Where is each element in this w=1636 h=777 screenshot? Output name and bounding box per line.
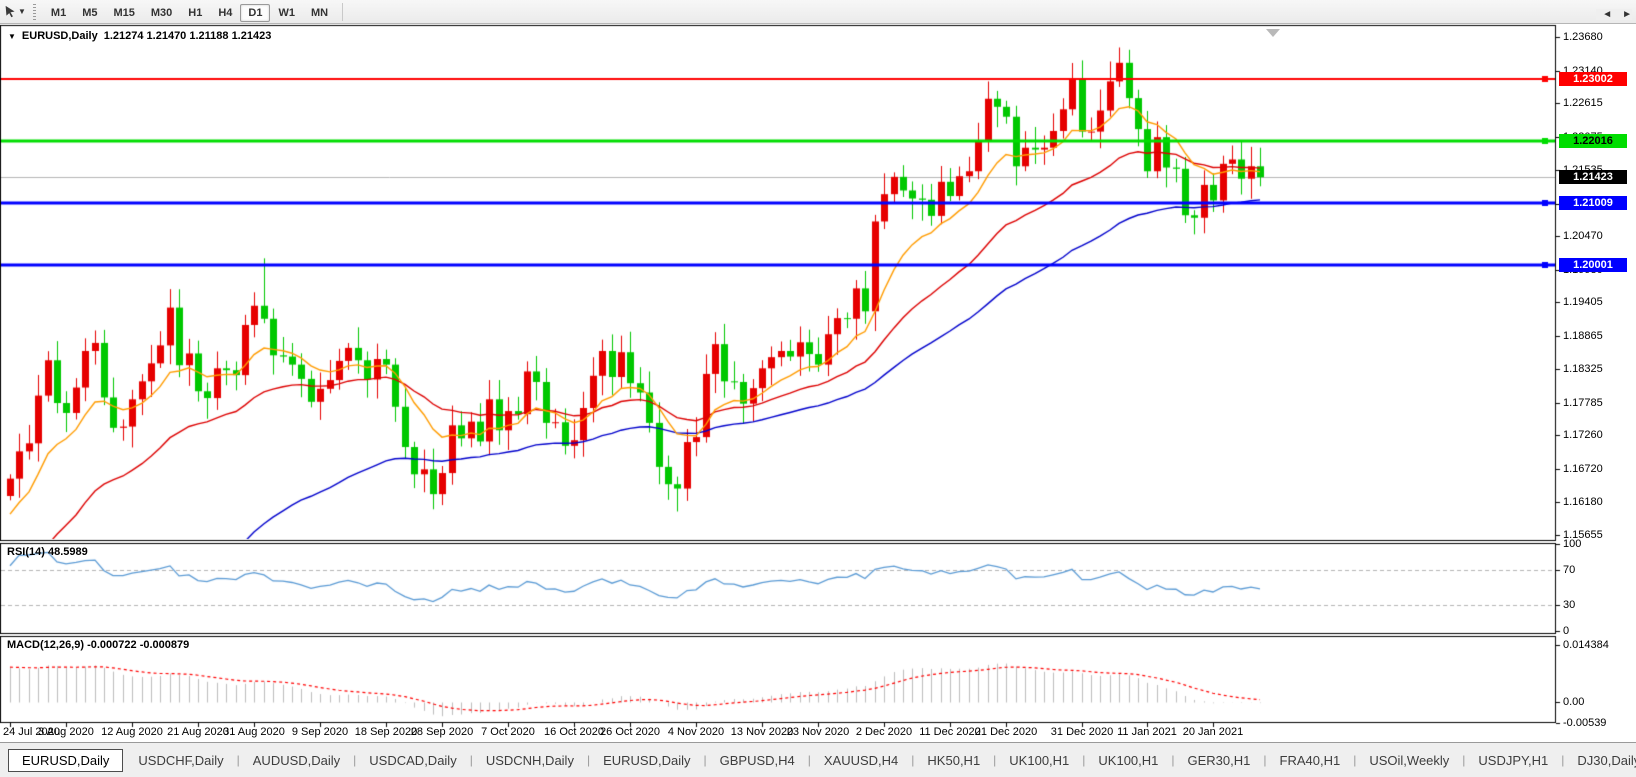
date-axis-label: 20 Jan 2021	[1183, 726, 1244, 738]
date-axis-label: 3 Aug 2020	[38, 726, 94, 738]
chart-ohlc-values: 1.21274 1.21470 1.21188 1.21423	[104, 30, 272, 42]
date-axis-label: 28 Sep 2020	[411, 726, 473, 738]
chart-tab-xauusd-h4[interactable]: XAUUSD,H4	[811, 749, 911, 772]
chart-tab-uk100-h1[interactable]: UK100,H1	[996, 749, 1082, 772]
date-axis-label: 12 Aug 2020	[101, 726, 163, 738]
dropdown-caret-icon[interactable]: ▼	[18, 7, 26, 16]
rsi-axis-tick: 100	[1563, 538, 1581, 551]
chart-collapse-icon[interactable]: ▼	[8, 32, 16, 41]
date-axis-label: 18 Sep 2020	[355, 726, 417, 738]
macd-indicator-label: MACD(12,26,9) -0.000722 -0.000879	[7, 639, 189, 651]
price-axis-tick: 1.23680	[1563, 31, 1603, 44]
macd-axis-tick: -0.00539	[1563, 717, 1606, 730]
date-axis-label: 4 Nov 2020	[668, 726, 724, 738]
date-axis-label: 11 Jan 2021	[1117, 726, 1177, 738]
date-axis-label: 23 Nov 2020	[787, 726, 849, 738]
chart-tab-gbpusd-h4[interactable]: GBPUSD,H4	[707, 749, 808, 772]
price-axis-tick: 1.16180	[1563, 496, 1603, 509]
date-axis-label: 31 Dec 2020	[1051, 726, 1113, 738]
timeframe-button-d1[interactable]: D1	[240, 4, 270, 22]
date-axis-label: 21 Dec 2020	[975, 726, 1037, 738]
date-axis-label: 9 Sep 2020	[292, 726, 348, 738]
timeframe-button-w1[interactable]: W1	[270, 4, 303, 22]
chart-tab-usdjpy-h1[interactable]: USDJPY,H1	[1465, 749, 1561, 772]
price-axis-tick: 1.19405	[1563, 296, 1603, 309]
toolbar-separator	[342, 3, 343, 21]
rsi-axis-tick: 30	[1563, 599, 1575, 612]
chart-title: ▼ EURUSD,Daily 1.21274 1.21470 1.21188 1…	[8, 30, 271, 42]
hline-price-label: 1.21009	[1559, 196, 1627, 210]
chart-tab-hk50-h1[interactable]: HK50,H1	[914, 749, 993, 772]
rsi-name: RSI(14)	[7, 546, 45, 558]
timeframe-button-m1[interactable]: M1	[43, 4, 74, 22]
chart-tab-uk100-h1[interactable]: UK100,H1	[1085, 749, 1171, 772]
price-axis-tick: 1.17260	[1563, 429, 1603, 442]
hline-price-label: 1.23002	[1559, 72, 1627, 86]
hline-price-label: 1.22016	[1559, 134, 1627, 148]
chart-tab-eurusd-daily[interactable]: EURUSD,Daily	[8, 749, 123, 772]
cursor-tool-icon[interactable]: ▼	[2, 2, 28, 22]
rsi-axis-tick: 70	[1563, 564, 1575, 577]
mt4-window: ▼ M1M5M15M30H1H4D1W1MN ▼ EURUSD,Daily 1.…	[0, 0, 1636, 777]
macd-axis-tick: 0.014384	[1563, 639, 1609, 652]
chart-tab-eurusd-daily[interactable]: EURUSD,Daily	[590, 749, 703, 772]
timeframe-button-m15[interactable]: M15	[105, 4, 142, 22]
chart-tab-bar: EURUSD,DailyUSDCHF,Daily|AUDUSD,Daily|US…	[0, 742, 1636, 777]
chart-symbol-label: EURUSD,Daily	[22, 30, 98, 42]
timeframe-button-m30[interactable]: M30	[143, 4, 180, 22]
timeframe-toolbar: ▼ M1M5M15M30H1H4D1W1MN	[0, 0, 1636, 24]
timeframe-button-h1[interactable]: H1	[180, 4, 210, 22]
timeframe-button-m5[interactable]: M5	[74, 4, 105, 22]
chart-canvas[interactable]	[0, 0, 1636, 777]
rsi-indicator-label: RSI(14) 48.5989	[7, 546, 88, 558]
chart-shift-marker-icon[interactable]	[1266, 29, 1280, 37]
date-axis-label: 2 Dec 2020	[856, 726, 912, 738]
date-axis-label: 13 Nov 2020	[731, 726, 793, 738]
date-axis-label: 26 Oct 2020	[600, 726, 660, 738]
chart-tab-usdchf-daily[interactable]: USDCHF,Daily	[125, 749, 236, 772]
chart-tab-fra40-h1[interactable]: FRA40,H1	[1267, 749, 1354, 772]
chart-tab-usdcad-daily[interactable]: USDCAD,Daily	[356, 749, 469, 772]
price-axis-tick: 1.17785	[1563, 397, 1603, 410]
timeframe-buttons: M1M5M15M30H1H4D1W1MN	[43, 3, 336, 21]
macd-axis-tick: 0.00	[1563, 696, 1584, 709]
date-axis-label: 21 Aug 2020	[167, 726, 229, 738]
date-axis-label: 31 Aug 2020	[223, 726, 285, 738]
macd-name: MACD(12,26,9)	[7, 639, 84, 651]
price-axis-tick: 1.18325	[1563, 363, 1603, 376]
hline-price-label: 1.20001	[1559, 258, 1627, 272]
timeframe-button-mn[interactable]: MN	[303, 4, 336, 22]
timeframe-button-h4[interactable]: H4	[210, 4, 240, 22]
date-axis-label: 7 Oct 2020	[481, 726, 535, 738]
tab-scroll-arrows: ◄ ►	[1596, 9, 1632, 20]
date-axis-label: 11 Dec 2020	[919, 726, 981, 738]
tab-scroll-left-icon[interactable]: ◄	[1602, 9, 1612, 20]
tab-scroll-right-icon[interactable]: ►	[1622, 9, 1632, 20]
rsi-axis-tick: 0	[1563, 625, 1569, 638]
current-price-label: 1.21423	[1559, 170, 1627, 184]
macd-values: -0.000722 -0.000879	[87, 639, 189, 651]
price-axis-tick: 1.20470	[1563, 230, 1603, 243]
price-axis-tick: 1.16720	[1563, 463, 1603, 476]
rsi-value: 48.5989	[48, 546, 88, 558]
chart-tab-dj30-daily[interactable]: DJ30,Daily	[1564, 749, 1636, 772]
chart-tab-usdcnh-daily[interactable]: USDCNH,Daily	[473, 749, 587, 772]
chart-tab-audusd-daily[interactable]: AUDUSD,Daily	[240, 749, 353, 772]
price-axis-tick: 1.22615	[1563, 97, 1603, 110]
chart-tab-usoil-weekly[interactable]: USOil,Weekly	[1356, 749, 1462, 772]
price-axis-tick: 1.18865	[1563, 330, 1603, 343]
date-axis-label: 16 Oct 2020	[544, 726, 604, 738]
toolbar-grip-handle[interactable]	[33, 4, 36, 20]
chart-tab-ger30-h1[interactable]: GER30,H1	[1175, 749, 1264, 772]
